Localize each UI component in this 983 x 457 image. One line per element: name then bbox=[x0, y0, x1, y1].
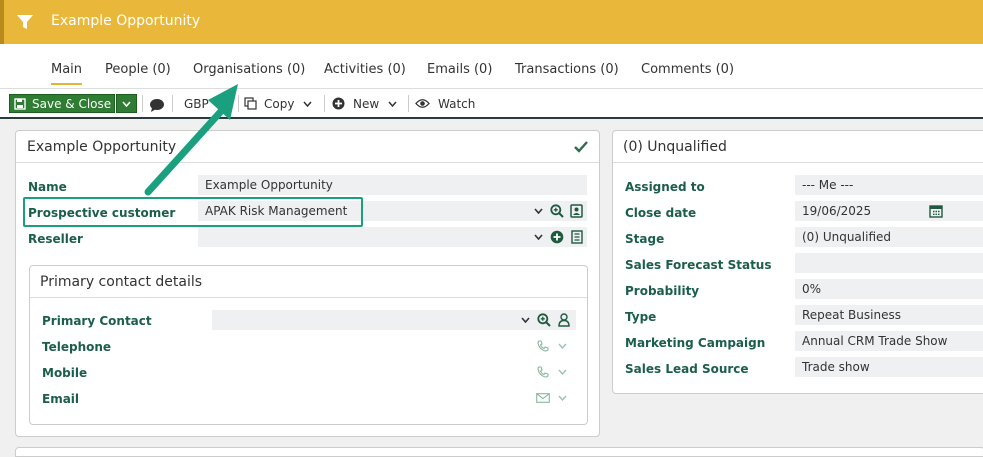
mobile-label: Mobile bbox=[42, 366, 88, 380]
envelope-icon[interactable] bbox=[536, 393, 550, 403]
building-icon[interactable] bbox=[571, 230, 583, 244]
close-date-field[interactable]: 19/06/2025 bbox=[795, 201, 983, 221]
chevron-down-icon[interactable] bbox=[558, 395, 567, 401]
save-close-label: Save & Close bbox=[32, 96, 112, 111]
checkmark-icon[interactable] bbox=[574, 141, 588, 153]
stage-field[interactable]: (0) Unqualified bbox=[795, 227, 983, 247]
status-panel-title: (0) Unqualified bbox=[623, 139, 727, 155]
calendar-icon[interactable] bbox=[929, 204, 943, 218]
primary-contact-panel: Primary contact details Primary Contact … bbox=[29, 265, 588, 425]
tab-activities[interactable]: Activities (0) bbox=[324, 62, 406, 77]
save-options-dropdown[interactable] bbox=[116, 94, 137, 113]
chevron-down-icon bbox=[303, 101, 313, 107]
chevron-down-icon bbox=[122, 100, 131, 107]
phone-icon[interactable] bbox=[537, 340, 549, 352]
reseller-label: Reseller bbox=[28, 232, 83, 246]
chevron-down-icon[interactable] bbox=[534, 234, 543, 240]
new-label: New bbox=[353, 96, 380, 111]
toolbar-divider bbox=[408, 95, 409, 112]
chevron-down-icon bbox=[388, 101, 397, 107]
tab-organisations[interactable]: Organisations (0) bbox=[193, 62, 305, 77]
sales-forecast-status-field[interactable] bbox=[795, 253, 983, 273]
eye-icon bbox=[415, 99, 430, 108]
next-section-panel bbox=[15, 447, 983, 457]
tab-emails[interactable]: Emails (0) bbox=[427, 62, 492, 77]
chevron-down-icon[interactable] bbox=[521, 317, 530, 323]
zoom-search-icon[interactable] bbox=[550, 204, 564, 218]
tab-transactions[interactable]: Transactions (0) bbox=[515, 62, 619, 77]
email-label: Email bbox=[42, 392, 80, 406]
chevron-down-icon[interactable] bbox=[558, 369, 567, 375]
watch-label: Watch bbox=[438, 96, 476, 111]
save-close-button[interactable]: Save & Close bbox=[9, 94, 115, 113]
copy-button[interactable]: Copy bbox=[244, 94, 313, 113]
panel-divider bbox=[16, 162, 599, 163]
name-label: Name bbox=[28, 180, 67, 194]
chevron-down-icon[interactable] bbox=[534, 208, 543, 214]
opportunity-panel: Example Opportunity Name Example Opportu… bbox=[15, 130, 600, 437]
highlight-callout-box bbox=[23, 197, 363, 227]
plus-circle-icon[interactable] bbox=[550, 230, 564, 244]
plus-circle-icon bbox=[332, 97, 345, 110]
panel-divider bbox=[613, 162, 983, 163]
zoom-search-icon[interactable] bbox=[537, 313, 551, 327]
sales-forecast-status-label: Sales Forecast Status bbox=[625, 258, 772, 272]
probability-label: Probability bbox=[625, 284, 700, 298]
sales-lead-source-label: Sales Lead Source bbox=[625, 362, 749, 376]
status-panel: (0) Unqualified Assigned to --- Me --- C… bbox=[612, 130, 983, 394]
reseller-field[interactable] bbox=[198, 227, 587, 247]
page-title: Example Opportunity bbox=[51, 13, 201, 29]
title-bar: Example Opportunity bbox=[0, 0, 983, 44]
name-field[interactable]: Example Opportunity bbox=[198, 175, 587, 195]
person-icon[interactable] bbox=[558, 313, 570, 327]
filter-icon[interactable] bbox=[16, 13, 34, 31]
marketing-campaign-label: Marketing Campaign bbox=[625, 336, 766, 350]
tab-comments[interactable]: Comments (0) bbox=[641, 62, 734, 77]
probability-field[interactable]: 0% bbox=[795, 279, 983, 299]
save-icon bbox=[14, 97, 26, 110]
primary-contact-title: Primary contact details bbox=[40, 274, 203, 290]
annotation-arrow-icon bbox=[144, 84, 238, 196]
panel-divider bbox=[30, 297, 587, 298]
type-label: Type bbox=[625, 310, 657, 324]
new-button[interactable]: New bbox=[332, 94, 397, 113]
telephone-label: Telephone bbox=[42, 340, 112, 354]
chevron-down-icon[interactable] bbox=[558, 343, 567, 349]
marketing-campaign-field[interactable]: Annual CRM Trade Show bbox=[795, 331, 983, 351]
phone-icon[interactable] bbox=[537, 366, 549, 378]
tab-main[interactable]: Main bbox=[51, 62, 83, 85]
primary-contact-label: Primary Contact bbox=[42, 314, 152, 328]
contact-card-icon[interactable] bbox=[570, 204, 583, 218]
stage-label: Stage bbox=[625, 232, 665, 246]
copy-label: Copy bbox=[264, 96, 295, 111]
type-field[interactable]: Repeat Business bbox=[795, 305, 983, 325]
sales-lead-source-field[interactable]: Trade show bbox=[795, 357, 983, 377]
watch-button[interactable]: Watch bbox=[415, 94, 475, 113]
close-date-label: Close date bbox=[625, 206, 697, 220]
toolbar-divider bbox=[324, 95, 325, 112]
tab-people[interactable]: People (0) bbox=[105, 62, 171, 77]
assigned-to-field[interactable]: --- Me --- bbox=[795, 175, 983, 195]
assigned-to-label: Assigned to bbox=[625, 180, 705, 194]
